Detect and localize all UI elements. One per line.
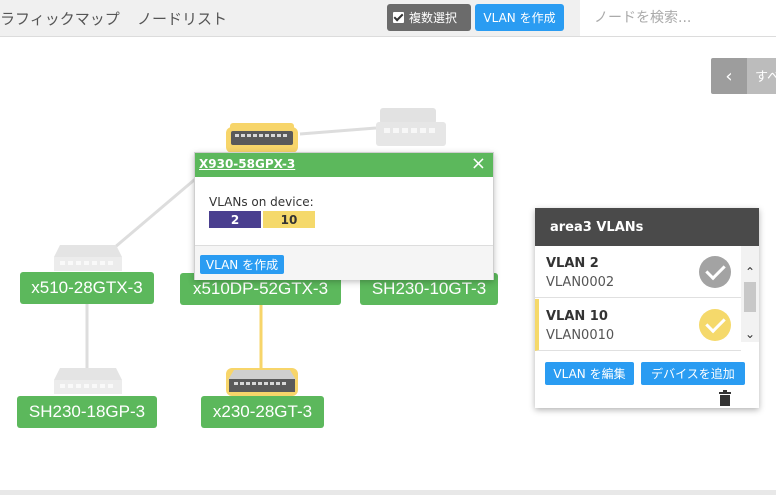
vlan-list-item[interactable]: VLAN 2 VLAN0002: [535, 246, 741, 298]
edit-vlan-button[interactable]: VLAN を編集: [545, 362, 634, 385]
vlan-list-item-selected[interactable]: VLAN 10 VLAN0010: [535, 299, 741, 351]
vlan-chip-10[interactable]: 10: [263, 211, 315, 228]
switch-icon[interactable]: [376, 106, 446, 148]
switch-icon[interactable]: [224, 121, 300, 155]
switch-icon[interactable]: [52, 243, 124, 273]
link-x930-sh230-10gt: [299, 126, 377, 136]
chevron-down-icon[interactable]: ⌄: [741, 326, 759, 342]
check-circle-icon[interactable]: [699, 256, 731, 288]
popup-create-vlan-button[interactable]: VLAN を作成: [200, 255, 284, 274]
vlan-panel-title: area3 VLANs: [535, 208, 759, 246]
vlan-chip-2[interactable]: 2: [209, 211, 261, 228]
vlan-list-scrollbar[interactable]: ⌃ ⌄: [741, 246, 759, 342]
scrollbar-thumb[interactable]: [744, 282, 756, 312]
trash-icon[interactable]: [718, 390, 732, 406]
node-label-x230-28gt-3[interactable]: x230-28GT-3: [201, 396, 324, 428]
vlans-on-device-label: VLANs on device:: [209, 195, 314, 209]
switch-icon[interactable]: [224, 364, 300, 398]
popup-footer: VLAN を作成: [195, 245, 493, 280]
popup-device-link[interactable]: X930-58GPX-3: [199, 157, 295, 171]
vlan-panel: area3 VLANs VLAN 2 VLAN0002 VLAN 10 VLAN…: [535, 208, 759, 408]
vlan-name: VLAN 2: [546, 256, 599, 271]
node-label-sh230-18gp-3[interactable]: SH230-18GP-3: [17, 396, 157, 428]
vlan-id: VLAN0010: [546, 328, 615, 343]
vlan-name: VLAN 10: [546, 309, 608, 324]
check-circle-icon[interactable]: [699, 309, 731, 341]
close-icon[interactable]: ×: [471, 154, 486, 174]
chevron-up-icon[interactable]: ⌃: [741, 264, 759, 280]
add-device-button[interactable]: デバイスを追加: [641, 362, 745, 385]
node-label-x510-28gtx-3[interactable]: x510-28GTX-3: [20, 272, 154, 304]
vlan-id: VLAN0002: [546, 275, 615, 290]
device-popup: X930-58GPX-3 × VLANs on device: 2 10 VLA…: [194, 152, 494, 280]
popup-header: X930-58GPX-3 ×: [195, 153, 493, 177]
bottom-divider: [0, 490, 776, 495]
switch-icon[interactable]: [52, 366, 124, 396]
